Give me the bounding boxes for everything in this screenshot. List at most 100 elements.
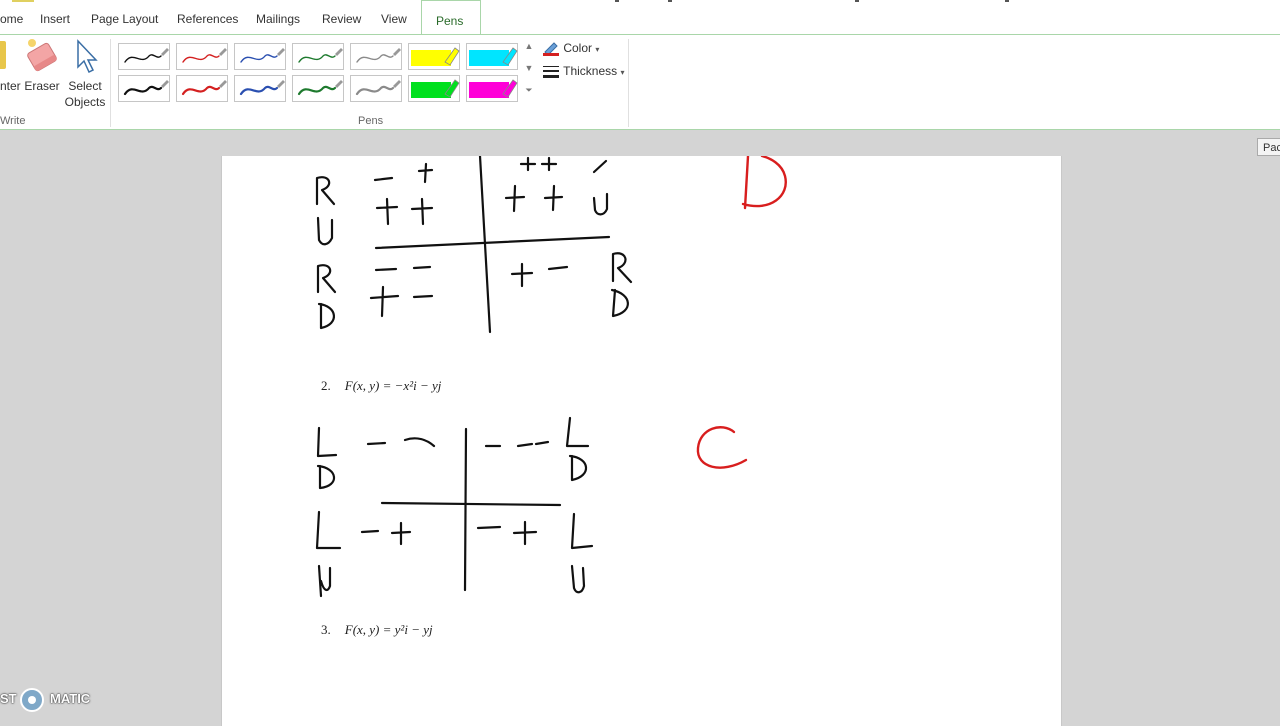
ink-answer-c — [696, 426, 748, 469]
ink-letter-u — [592, 192, 609, 216]
ink-letter-r — [611, 252, 633, 284]
chevron-down-icon: ▾ — [595, 45, 600, 54]
pen-stroke-icon — [240, 48, 285, 63]
ink-letter-d — [316, 464, 336, 490]
tab-pens-label: Pens — [436, 14, 464, 28]
eraser-icon — [27, 39, 57, 72]
ink-letter-r — [316, 264, 337, 294]
ink-signs — [373, 162, 434, 184]
pen-swatch[interactable] — [234, 43, 286, 70]
color-label: Color — [563, 41, 593, 55]
pen-swatch[interactable] — [350, 43, 402, 70]
ink-letter-l — [565, 416, 590, 448]
page-side-button[interactable]: Pac — [1257, 138, 1280, 156]
ribbon: nter Eraser Select Objects Write ▲ ▼ ⏷ P… — [0, 34, 1280, 130]
thickness-button[interactable]: Thickness ▾ — [542, 64, 625, 79]
highlighter-swatch[interactable] — [408, 43, 460, 70]
document-page[interactable]: 2. F(x, y) = −x²i − yj 3. F(x, y) = y²i − … — [221, 156, 1062, 726]
pen-stroke-icon — [298, 48, 343, 63]
ink-letter-r-partial — [592, 159, 608, 174]
tab-insert[interactable]: Insert — [40, 12, 70, 26]
ink-signs — [510, 262, 569, 288]
write-group-label: Write — [0, 115, 26, 127]
gallery-scroll-down[interactable]: ▼ — [522, 63, 536, 85]
equation-2: 2. F(x, y) = −x²i − yj — [321, 378, 441, 394]
pen-swatch[interactable] — [350, 75, 402, 102]
ink-letter-d — [317, 302, 335, 330]
ink-stroke — [380, 501, 562, 507]
highlighter-swatch[interactable] — [466, 75, 518, 102]
quick-access-mark — [12, 0, 34, 2]
ink-signs — [374, 265, 432, 272]
tab-page-layout[interactable]: Page Layout — [91, 12, 158, 26]
ink-signs — [366, 437, 436, 448]
tab-home[interactable]: ome — [0, 12, 23, 26]
ink-letter-d — [568, 454, 588, 482]
pen-swatch[interactable] — [292, 75, 344, 102]
highlighter-stroke-icon — [469, 79, 518, 98]
ink-signs — [369, 285, 434, 318]
pen-stroke-icon — [123, 80, 169, 96]
pens-group-label: Pens — [358, 115, 384, 127]
pen-stroke-icon — [181, 80, 227, 96]
watermark-left-text: ST — [0, 691, 17, 706]
ink-annotations — [315, 156, 787, 598]
highlighter-swatch[interactable] — [466, 43, 518, 70]
group-separator — [628, 39, 629, 127]
ink-letter-l — [316, 426, 338, 458]
tab-mailings[interactable]: Mailings — [256, 12, 300, 26]
ink-stroke — [374, 235, 611, 250]
ink-letter-l — [315, 510, 342, 550]
title-fragment — [615, 0, 619, 2]
ink-letter-r — [315, 176, 336, 206]
pen-swatch[interactable] — [234, 75, 286, 102]
ink-letter-l — [570, 512, 594, 550]
pen-swatch[interactable] — [292, 43, 344, 70]
ink-letter-d — [610, 288, 629, 318]
pen-swatch[interactable] — [176, 75, 228, 102]
pen-stroke-icon — [182, 48, 227, 63]
ink-signs — [360, 521, 412, 546]
highlighter-swatch[interactable] — [408, 75, 460, 102]
ink-answer-d — [741, 156, 787, 210]
gallery-scroll-up[interactable]: ▲ — [522, 41, 536, 63]
line-thickness-icon — [543, 65, 559, 78]
group-separator — [110, 39, 111, 127]
pen-swatch[interactable] — [118, 43, 170, 70]
pen-stroke-icon — [297, 80, 343, 96]
highlighter-stroke-icon — [411, 79, 460, 98]
chevron-down-icon: ▾ — [620, 68, 625, 77]
document-workspace: 2. F(x, y) = −x²i − yj 3. F(x, y) = y²i − … — [0, 130, 1280, 726]
equation-3-number: 3. — [321, 622, 331, 637]
title-fragment — [1005, 0, 1009, 2]
pen-color-icon — [543, 42, 559, 56]
pen-stroke-icon — [239, 80, 285, 96]
title-fragment — [668, 0, 672, 2]
tab-references[interactable]: References — [177, 12, 238, 26]
equation-3-text: F(x, y) = y²i − yj — [344, 622, 433, 637]
title-tab-bar: ome Insert Page Layout References Mailin… — [0, 0, 1280, 35]
ink-letter-u — [316, 216, 334, 246]
eraser-label: Eraser — [24, 79, 60, 93]
ink-signs — [476, 520, 538, 546]
color-button[interactable]: Color ▾ — [542, 41, 599, 56]
select-label-1: Select — [68, 79, 102, 93]
pen-stroke-icon — [356, 48, 401, 63]
equation-3: 3. F(x, y) = y²i − yj — [321, 622, 433, 638]
highlighter-icon — [0, 41, 6, 69]
gallery-more[interactable]: ⏷ — [522, 85, 536, 107]
highlighter-stroke-icon — [411, 47, 460, 66]
cursor-arrow-icon — [77, 39, 98, 74]
pen-stroke-icon — [355, 80, 401, 96]
tab-review[interactable]: Review — [322, 12, 361, 26]
pen-swatch[interactable] — [118, 75, 170, 102]
tab-pens[interactable]: Pens — [421, 0, 481, 35]
record-icon — [20, 688, 44, 712]
partial-button-label: nter — [0, 79, 21, 93]
ink-signs — [519, 156, 558, 172]
ink-signs — [375, 197, 434, 226]
ink-signs — [504, 184, 564, 213]
pen-swatch[interactable] — [176, 43, 228, 70]
watermark-right-text: MATIC — [50, 691, 91, 706]
tab-view[interactable]: View — [381, 12, 407, 26]
